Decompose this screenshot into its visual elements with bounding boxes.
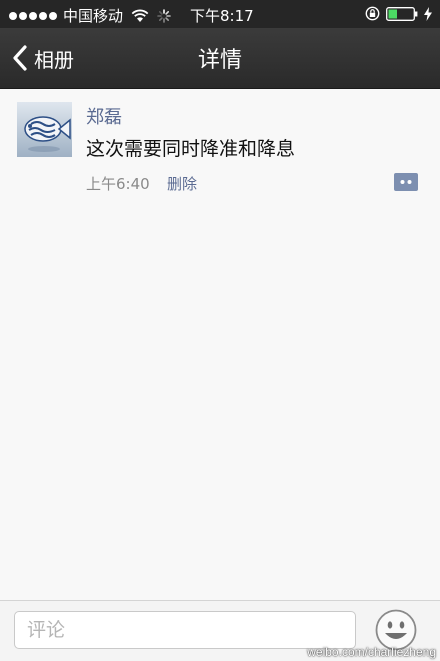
status-bar: 中国移动 下午8:17 xyxy=(0,0,440,28)
wifi-icon xyxy=(131,9,149,22)
watermark: weibo.com/charliezheng xyxy=(307,645,436,659)
battery-icon xyxy=(386,6,418,21)
status-right xyxy=(365,6,432,21)
comment-bubble-icon xyxy=(394,173,418,191)
post-time: 上午6:40 xyxy=(86,175,150,193)
activity-spinner-icon xyxy=(157,8,171,23)
signal-strength-icon xyxy=(9,11,57,20)
carrier-name: 中国移动 xyxy=(63,7,124,25)
status-time: 下午8:17 xyxy=(190,7,254,25)
post-text: 这次需要同时降准和降息 xyxy=(86,138,296,160)
page-title: 详情 xyxy=(197,48,242,73)
rotation-lock-icon xyxy=(365,6,380,21)
navigation-bar: 相册 详情 xyxy=(0,28,440,89)
delete-button[interactable]: 删除 xyxy=(167,173,197,194)
charging-bolt-icon xyxy=(424,6,432,21)
avatar[interactable] xyxy=(17,102,72,157)
comment-input[interactable] xyxy=(14,611,356,649)
status-left: 中国移动 xyxy=(9,5,171,26)
post-author[interactable]: 郑磊 xyxy=(86,103,122,129)
comment-button[interactable] xyxy=(394,172,418,192)
comment-composer-bar: weibo.com/charliezheng xyxy=(0,600,440,661)
